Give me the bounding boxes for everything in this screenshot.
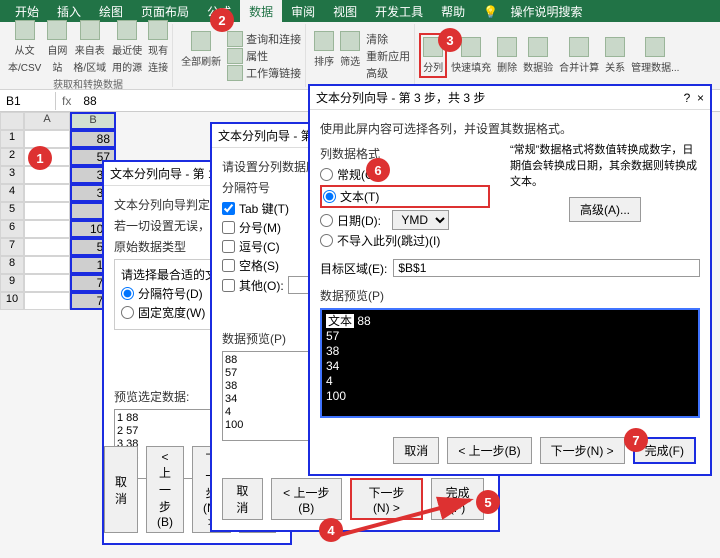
dlg3-cancel[interactable]: 取消 xyxy=(393,437,439,464)
tab-data[interactable]: 数据 xyxy=(240,0,282,23)
dlg3-preview: 文本 88 57 38 34 4 100 xyxy=(320,308,700,418)
group-label-getdata: 获取和转换数据 xyxy=(53,76,123,91)
row-hdr[interactable]: 4 xyxy=(0,184,24,202)
row-hdr[interactable]: 8 xyxy=(0,256,24,274)
dlg3-close[interactable]: × xyxy=(697,91,704,105)
dlg3-next[interactable]: 下一步(N) > xyxy=(540,437,625,464)
btn-consolidate[interactable]: 合并计算 xyxy=(559,37,599,74)
radio-date[interactable]: 日期(D): YMD xyxy=(320,210,490,230)
row-hdr[interactable]: 9 xyxy=(0,274,24,292)
dlg3-line1: 使用此屏内容可选择各列，并设置其数据格式。 xyxy=(320,120,700,137)
btn-filter[interactable]: 筛选 xyxy=(340,31,360,81)
cell[interactable] xyxy=(24,238,70,256)
col-B[interactable]: B xyxy=(70,112,116,130)
tell-me[interactable]: 💡 操作说明搜索 xyxy=(474,0,600,23)
btn-validation[interactable]: 数据验 xyxy=(523,37,553,74)
btn-remove-dup[interactable]: 删除 xyxy=(497,37,517,74)
row-hdr[interactable]: 10 xyxy=(0,292,24,310)
dlg1-back[interactable]: < 上一步(B) xyxy=(146,446,184,533)
col-A[interactable]: A xyxy=(24,112,70,130)
dlg3-desc: “常规”数据格式将数值转换成数字，日期值会转换成日期，其余数据则转换成文本。 xyxy=(510,141,700,189)
btn-from-table[interactable]: 来自表格/区域 xyxy=(73,20,106,74)
radio-skip[interactable]: 不导入此列(跳过)(I) xyxy=(320,232,490,249)
cell[interactable] xyxy=(24,274,70,292)
callout-3: 3 xyxy=(438,28,462,52)
row-hdr[interactable]: 5 xyxy=(0,202,24,220)
btn-props[interactable]: 属性 xyxy=(227,48,268,64)
ribbon-group-getdata: 从文本/CSV 自网站 来自表格/区域 最近使用的源 现有连接 获取和转换数据 xyxy=(4,24,173,87)
cell[interactable] xyxy=(24,166,70,184)
callout-7: 7 xyxy=(624,428,648,452)
btn-relation[interactable]: 关系 xyxy=(605,37,625,74)
dlg3-preview-label: 数据预览(P) xyxy=(320,287,700,304)
btn-manage[interactable]: 管理数据... xyxy=(631,37,679,74)
corner[interactable] xyxy=(0,112,24,130)
wizard-step3: 文本分列向导 - 第 3 步，共 3 步 ? × 使用此屏内容可选择各列，并设置… xyxy=(308,84,712,476)
btn-refresh-all[interactable]: 全部刷新 xyxy=(181,31,221,81)
dlg2-cancel[interactable]: 取消 xyxy=(222,478,263,520)
cell[interactable]: 88 xyxy=(70,130,116,148)
row-hdr[interactable]: 3 xyxy=(0,166,24,184)
dlg3-group: 列数据格式 xyxy=(320,145,490,162)
cell[interactable] xyxy=(24,202,70,220)
row-hdr[interactable]: 1 xyxy=(0,130,24,148)
target-label: 目标区域(E): xyxy=(320,260,387,277)
ribbon-group-sort: 排序 筛选 清除 重新应用 高级 xyxy=(310,24,415,87)
name-box[interactable]: B1 xyxy=(0,92,56,110)
btn-advanced[interactable]: 高级 xyxy=(366,65,388,81)
callout-5: 5 xyxy=(476,490,500,514)
dlg3-help[interactable]: ? xyxy=(684,91,691,105)
tab-help[interactable]: 帮助 xyxy=(432,0,474,23)
btn-recent[interactable]: 最近使用的源 xyxy=(112,20,142,74)
radio-general[interactable]: 常规(G) xyxy=(320,166,490,183)
btn-clear[interactable]: 清除 xyxy=(366,31,388,47)
dlg2-back[interactable]: < 上一步(B) xyxy=(271,478,342,520)
tab-dev[interactable]: 开发工具 xyxy=(366,0,432,23)
btn-links[interactable]: 工作簿链接 xyxy=(227,65,301,81)
callout-2: 2 xyxy=(210,8,234,32)
btn-from-web[interactable]: 自网站 xyxy=(47,20,67,74)
btn-queries[interactable]: 查询和连接 xyxy=(227,31,301,47)
row-hdr[interactable]: 6 xyxy=(0,220,24,238)
dlg3-title: 文本分列向导 - 第 3 步，共 3 步 xyxy=(316,89,485,106)
btn-sort[interactable]: 排序 xyxy=(314,31,334,81)
btn-existing[interactable]: 现有连接 xyxy=(148,20,168,74)
row-hdr[interactable]: 2 xyxy=(0,148,24,166)
cell[interactable] xyxy=(24,130,70,148)
tab-review[interactable]: 审阅 xyxy=(282,0,324,23)
btn-advanced[interactable]: 高级(A)... xyxy=(569,197,641,222)
tab-view[interactable]: 视图 xyxy=(324,0,366,23)
radio-text[interactable]: 文本(T) xyxy=(320,185,490,208)
btn-reapply[interactable]: 重新应用 xyxy=(366,48,410,64)
cell[interactable] xyxy=(24,256,70,274)
callout-6: 6 xyxy=(366,158,390,182)
cell[interactable] xyxy=(24,292,70,310)
cell[interactable] xyxy=(24,220,70,238)
dlg1-cancel[interactable]: 取消 xyxy=(104,446,138,533)
callout-4: 4 xyxy=(319,518,343,542)
dlg3-back[interactable]: < 上一步(B) xyxy=(447,437,531,464)
ribbon-group-refresh: 全部刷新 查询和连接 属性 工作簿链接 xyxy=(177,24,306,87)
ribbon-tabs: 开始 插入 绘图 页面布局 公式 数据 审阅 视图 开发工具 帮助 💡 操作说明… xyxy=(0,0,720,22)
fx-icon[interactable]: fx xyxy=(56,94,77,108)
target-input[interactable] xyxy=(393,259,700,277)
callout-1: 1 xyxy=(28,146,52,170)
cell[interactable] xyxy=(24,184,70,202)
date-format[interactable]: YMD xyxy=(392,210,449,230)
ribbon-bar: 从文本/CSV 自网站 来自表格/区域 最近使用的源 现有连接 获取和转换数据 … xyxy=(0,22,720,90)
spreadsheet: A B 1882573384345461007558159791079 xyxy=(0,112,116,310)
row-hdr[interactable]: 7 xyxy=(0,238,24,256)
formula-value[interactable]: 88 xyxy=(77,94,102,108)
btn-from-text[interactable]: 从文本/CSV xyxy=(8,20,41,74)
